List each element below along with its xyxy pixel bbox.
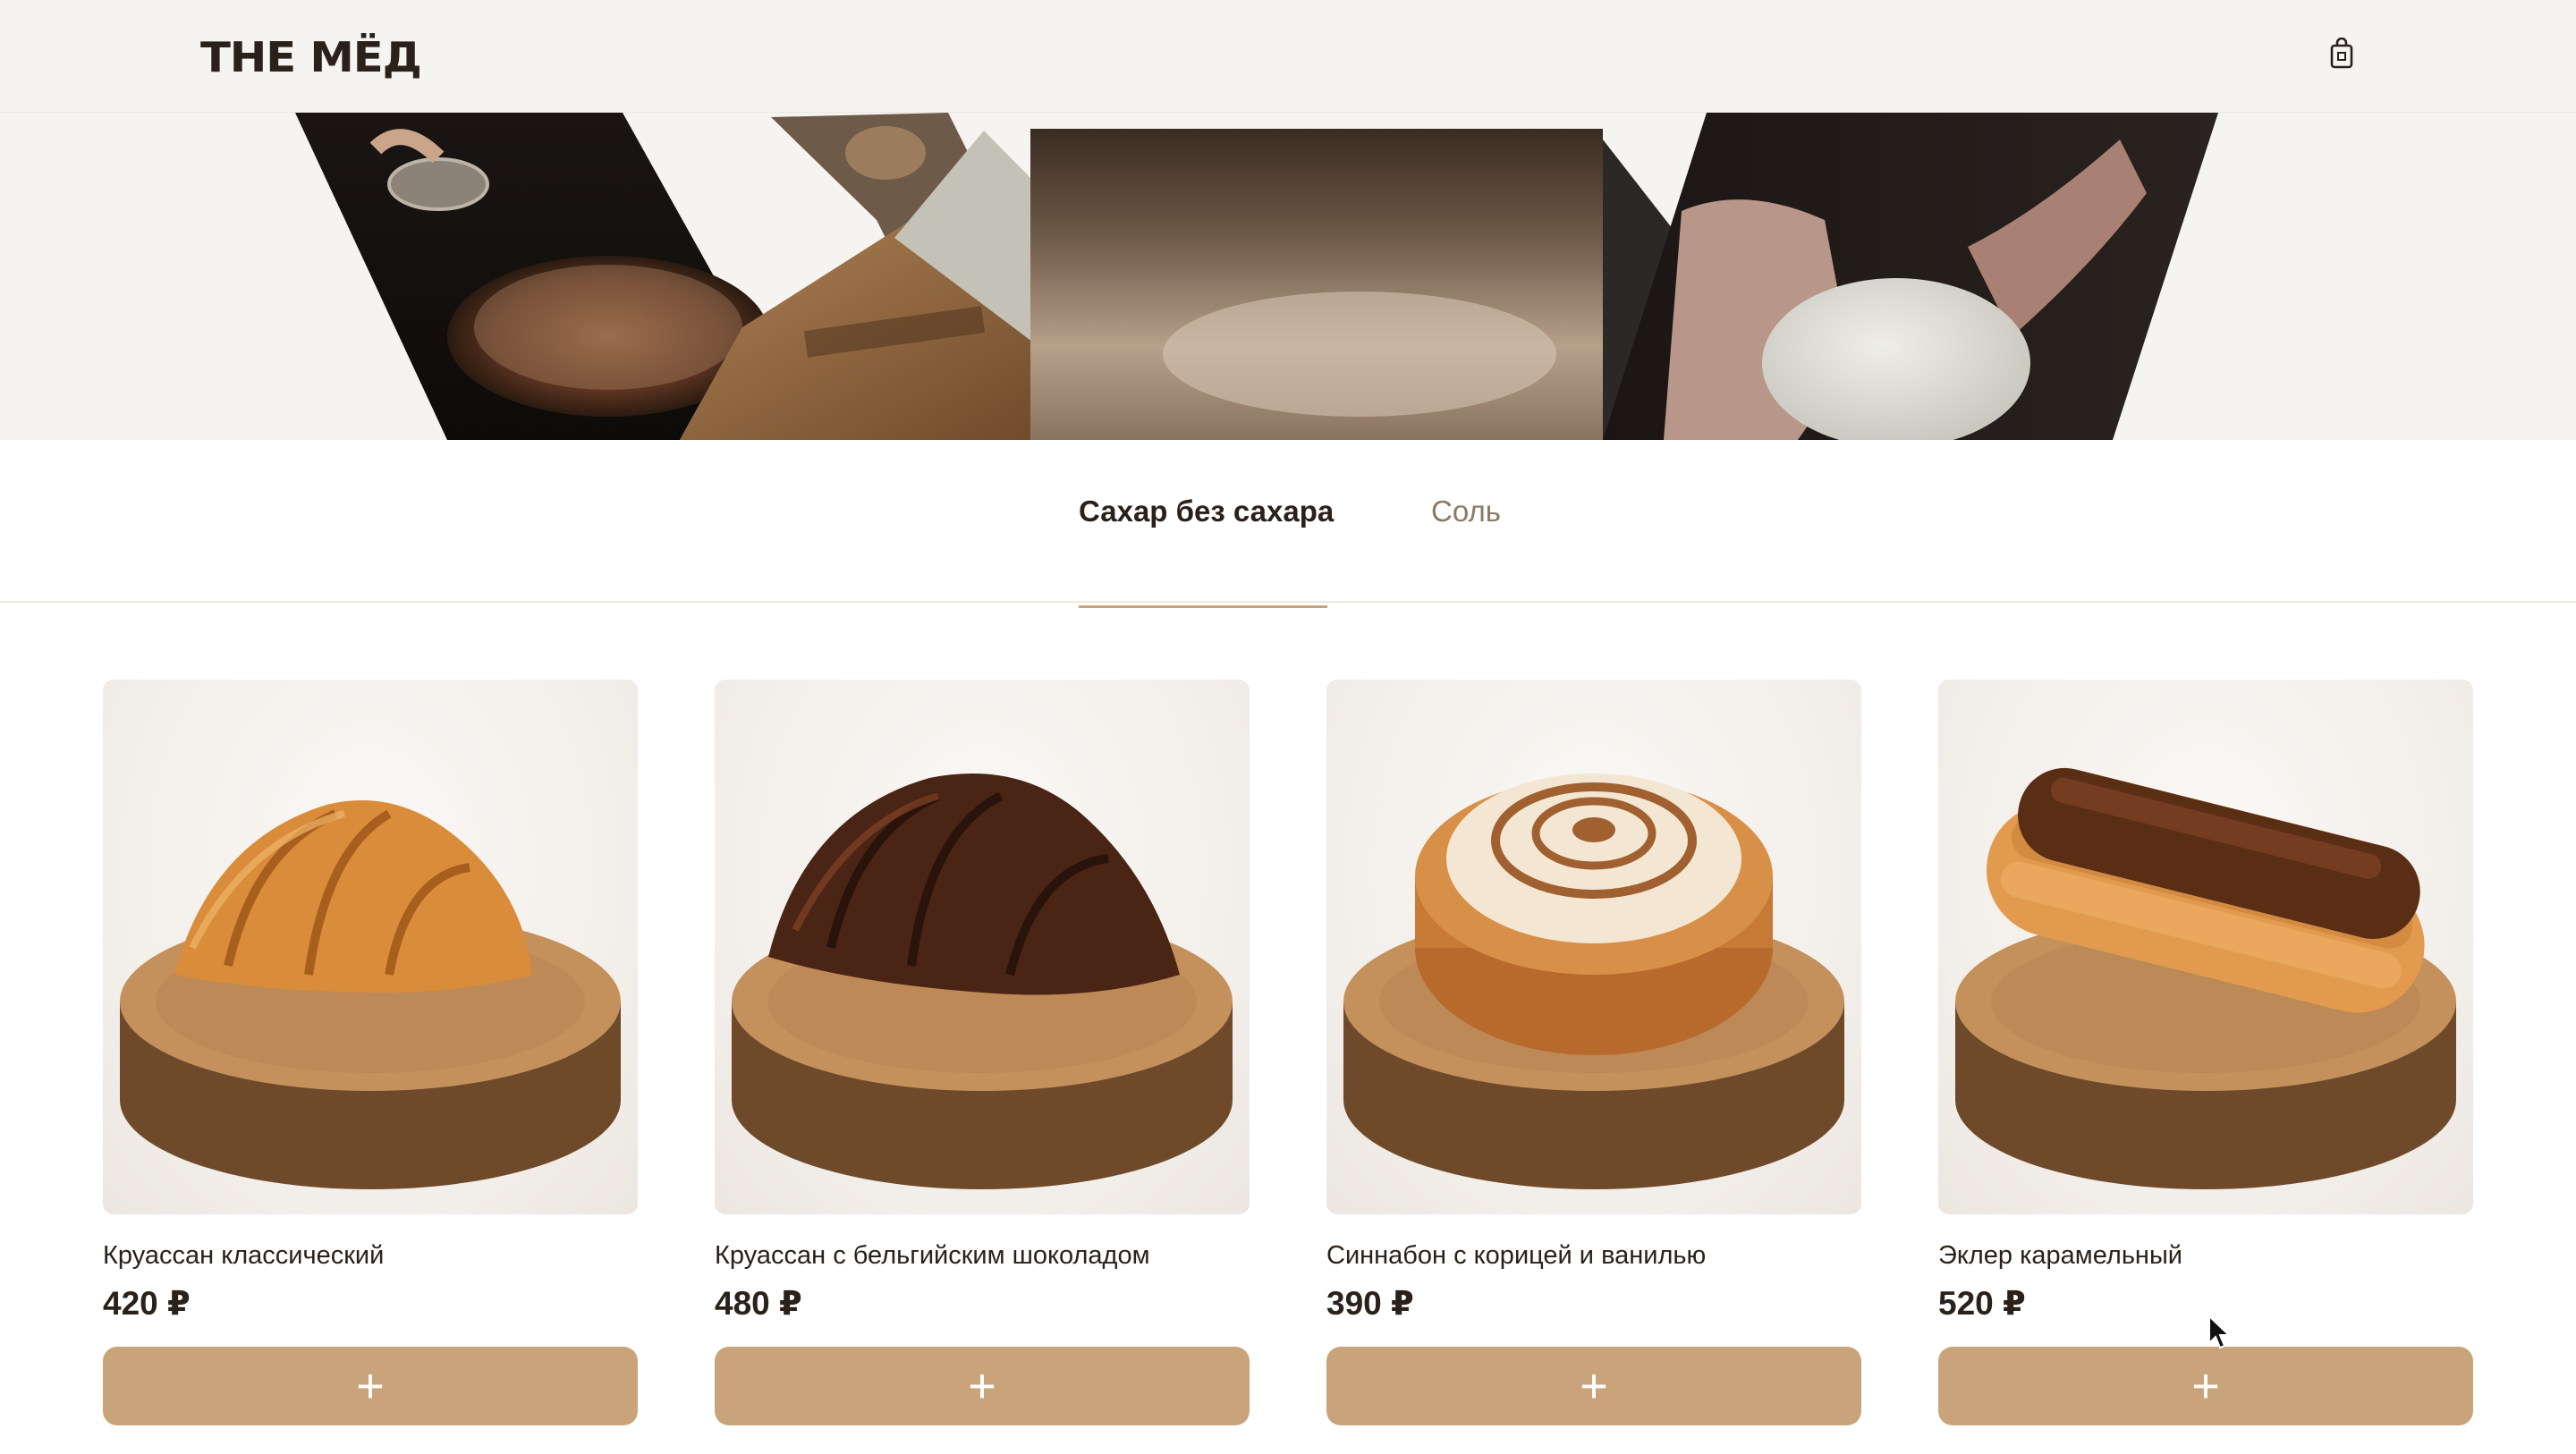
- category-tabs: Сахар без сахара Соль: [0, 440, 2576, 608]
- product-price: 420 ₽: [103, 1285, 191, 1322]
- hero-collage: [0, 113, 2576, 440]
- tab-sugar-free[interactable]: Сахар без сахара: [1079, 485, 1334, 608]
- product-card: Круассан классический 420 ₽ +: [103, 680, 638, 1425]
- product-image-eclair[interactable]: [1938, 680, 2473, 1214]
- product-price: 480 ₽: [715, 1285, 802, 1322]
- add-to-cart-button[interactable]: +: [1938, 1347, 2473, 1425]
- add-to-cart-button[interactable]: +: [1326, 1347, 1861, 1425]
- add-to-cart-button[interactable]: +: [103, 1347, 638, 1425]
- product-name: Круассан с бельгийским шоколадом: [715, 1241, 1150, 1270]
- product-price: 520 ₽: [1938, 1285, 2026, 1322]
- product-image-croissant-classic[interactable]: [103, 680, 638, 1214]
- add-to-cart-button[interactable]: +: [715, 1347, 1250, 1425]
- tab-salt[interactable]: Соль: [1431, 485, 1501, 556]
- product-name: Эклер карамельный: [1938, 1241, 2182, 1270]
- product-name: Круассан классический: [103, 1241, 385, 1270]
- product-image-croissant-chocolate[interactable]: [715, 680, 1250, 1214]
- product-name: Синнабон с корицей и ванилью: [1326, 1241, 1707, 1270]
- site-header: THE МЁД: [0, 0, 2576, 113]
- brand-logo[interactable]: THE МЁД: [200, 32, 422, 82]
- product-card: Круассан с бельгийским шоколадом 480 ₽ +: [715, 680, 1250, 1425]
- product-image-cinnabon[interactable]: [1326, 680, 1861, 1214]
- product-card: Синнабон с корицей и ванилью 390 ₽ +: [1326, 680, 1861, 1425]
- mouse-cursor-icon: [2207, 1314, 2233, 1355]
- shopping-bag-icon[interactable]: [2322, 34, 2361, 73]
- product-card: Эклер карамельный 520 ₽ +: [1938, 680, 2473, 1425]
- product-price: 390 ₽: [1326, 1285, 1414, 1322]
